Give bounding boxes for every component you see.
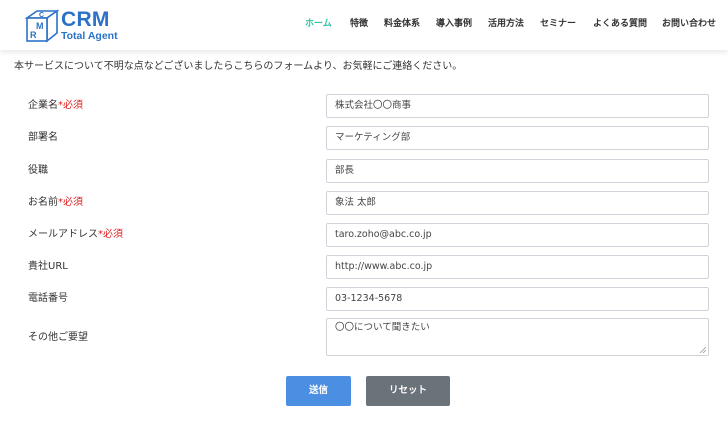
name-label-text: お名前 [28, 197, 58, 208]
email-label: メールアドレス*必須 [28, 228, 123, 242]
position-field[interactable]: 部長 [326, 159, 709, 183]
intro-text: 本サービスについて不明な点などございましたらこちらのフォームより、お気軽にご連絡… [14, 61, 463, 72]
site-header: C R M CRM Total Agent ホーム 特徴 料金体系 導入事例 活… [0, 0, 728, 50]
department-field[interactable]: マーケティング部 [326, 126, 709, 150]
department-label: 部署名 [28, 132, 58, 143]
nav-home[interactable]: ホーム [305, 17, 332, 31]
resize-grip-icon[interactable] [699, 346, 706, 353]
required-mark: *必須 [58, 197, 83, 208]
nav-contact[interactable]: お問い合わせ [662, 17, 716, 31]
required-mark: *必須 [58, 100, 83, 111]
main-nav: ホーム 特徴 料金体系 導入事例 活用方法 セミナー よくある質問 お問い合わせ [0, 17, 728, 33]
reset-button[interactable]: リセット [366, 376, 450, 406]
email-field[interactable]: taro.zoho@abc.co.jp [326, 223, 709, 247]
nav-pricing[interactable]: 料金体系 [384, 17, 420, 31]
phone-label: 電話番号 [28, 293, 68, 304]
requests-textarea[interactable]: 〇〇について聞きたい [326, 318, 709, 356]
company-label: 企業名*必須 [28, 99, 83, 113]
submit-button[interactable]: 送信 [286, 376, 351, 406]
nav-features[interactable]: 特徴 [350, 17, 368, 31]
url-label: 貴社URL [28, 261, 68, 272]
company-label-text: 企業名 [28, 100, 58, 111]
name-field[interactable]: 象法 太郎 [326, 191, 709, 215]
phone-field[interactable]: 03-1234-5678 [326, 287, 709, 311]
name-label: お名前*必須 [28, 196, 83, 210]
nav-case-studies[interactable]: 導入事例 [436, 17, 472, 31]
requests-text: 〇〇について聞きたい [335, 322, 430, 333]
position-label: 役職 [28, 165, 48, 176]
nav-usage[interactable]: 活用方法 [488, 17, 524, 31]
nav-seminar[interactable]: セミナー [540, 17, 576, 31]
required-mark: *必須 [98, 229, 123, 240]
requests-label: その他ご要望 [28, 332, 88, 343]
company-field[interactable]: 株式会社〇〇商事 [326, 94, 709, 118]
url-field[interactable]: http://www.abc.co.jp [326, 255, 709, 279]
nav-faq[interactable]: よくある質問 [593, 17, 647, 31]
email-label-text: メールアドレス [28, 229, 98, 240]
